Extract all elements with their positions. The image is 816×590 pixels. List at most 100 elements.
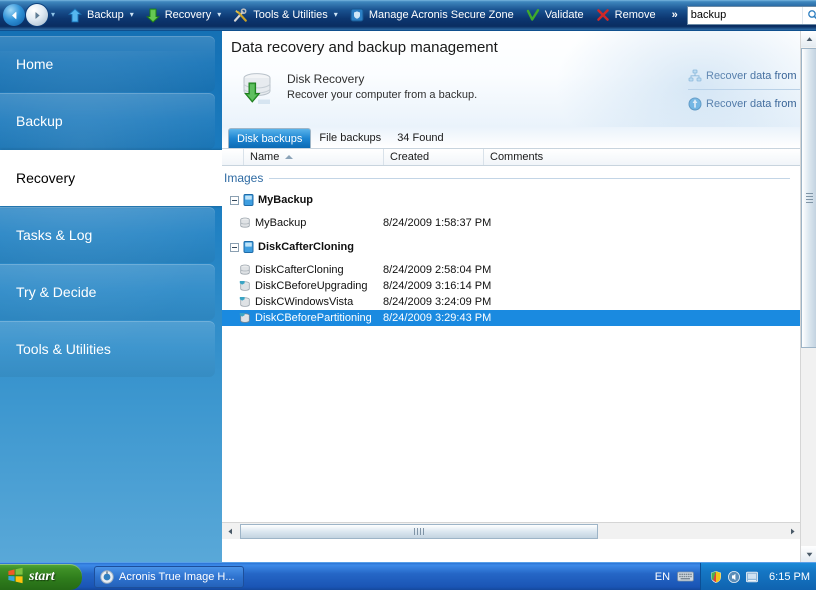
- scroll-down-icon[interactable]: [801, 546, 816, 562]
- sidebar-item-label: Backup: [16, 113, 63, 129]
- tab-disk-backups[interactable]: Disk backups: [228, 128, 312, 148]
- tab-label: Disk backups: [237, 132, 303, 145]
- crossed-tools-icon: [233, 7, 248, 23]
- table-row[interactable]: DiskCBeforeUpgrading 8/24/2009 3:16:14 P…: [222, 278, 800, 294]
- search-box[interactable]: [686, 5, 816, 25]
- blue-disk-icon: [243, 241, 254, 253]
- table-row[interactable]: MyBackup: [222, 192, 800, 208]
- start-button-label: start: [29, 568, 55, 584]
- toolbar-label-recovery: Recovery: [164, 9, 212, 21]
- taskbar-window-label: Acronis True Image H...: [119, 570, 235, 583]
- scroll-left-icon[interactable]: [222, 524, 238, 539]
- column-header-created[interactable]: Created: [384, 149, 484, 165]
- sidebar-item-tools-utilities[interactable]: Tools & Utilities: [0, 321, 215, 377]
- toolbar-button-backup[interactable]: Backup ▾: [62, 3, 140, 28]
- secure-zone-icon: [350, 8, 364, 22]
- green-down-arrow-icon: [145, 8, 160, 23]
- main-content-panel: Data recovery and backup management Disk…: [222, 31, 800, 562]
- toolbar-label-tools-utilities: Tools & Utilities: [253, 9, 328, 21]
- volume-icon[interactable]: [727, 570, 741, 584]
- security-shield-icon[interactable]: [709, 570, 723, 584]
- table-row[interactable]: DiskCBeforePartitioning 8/24/2009 3:29:4…: [222, 310, 800, 326]
- vertical-scrollbar[interactable]: [800, 31, 816, 562]
- sidebar-item-recovery[interactable]: Recovery: [0, 150, 222, 206]
- collapse-toggle-icon[interactable]: [230, 195, 239, 205]
- gray-archive-icon: [239, 264, 251, 276]
- green-archive-icon: [239, 296, 251, 308]
- table-cell-created: 8/24/2009 2:58:04 PM: [383, 264, 492, 276]
- backup-list[interactable]: Images MyBackup MyBackup 8/24/2009 1:58:…: [222, 166, 800, 539]
- language-bar[interactable]: EN: [649, 563, 700, 590]
- vertical-scroll-thumb[interactable]: [801, 48, 816, 348]
- taskbar-window-button[interactable]: Acronis True Image H...: [94, 565, 244, 588]
- chevron-down-icon[interactable]: ▾: [217, 11, 221, 19]
- page-title: Data recovery and backup management: [231, 39, 498, 56]
- column-header-comments-label: Comments: [490, 151, 544, 163]
- toolbar-button-tools-utilities[interactable]: Tools & Utilities ▾: [227, 3, 344, 28]
- tab-file-backups[interactable]: File backups: [311, 128, 389, 148]
- toolbar-button-recovery[interactable]: Recovery ▾: [140, 3, 227, 28]
- chevron-down-icon[interactable]: ▾: [130, 11, 134, 19]
- blue-disk-icon: [243, 194, 254, 206]
- scroll-up-icon[interactable]: [801, 31, 816, 47]
- toolbar-label-manage-acronis-secure-zone: Manage Acronis Secure Zone: [368, 9, 514, 21]
- recover-data-link-2[interactable]: Recover data from: [688, 97, 800, 111]
- sidebar-item-try-decide[interactable]: Try & Decide: [0, 264, 215, 320]
- table-cell-name: DiskCWindowsVista: [255, 296, 354, 308]
- green-archive-icon: [239, 312, 251, 324]
- main-toolbar: ▾ Backup ▾ Recovery ▾ Tools & Utilities …: [0, 0, 816, 31]
- toolbar-overflow-icon[interactable]: »: [672, 9, 678, 21]
- history-dropdown-icon[interactable]: ▾: [51, 11, 55, 19]
- language-indicator[interactable]: EN: [655, 571, 670, 583]
- toolbar-label-backup: Backup: [87, 9, 124, 21]
- recover-links-divider: [688, 89, 800, 90]
- scroll-right-icon[interactable]: [784, 524, 800, 539]
- sort-ascending-icon: [285, 155, 294, 159]
- table-row[interactable]: DiskCafterCloning 8/24/2009 2:58:04 PM: [222, 262, 800, 278]
- disk-recovery-hero[interactable]: Disk Recovery Recover your computer from…: [236, 69, 477, 114]
- toolbar-label-validate: Validate: [544, 9, 584, 21]
- sidebar-item-label: Try & Decide: [16, 284, 97, 300]
- horizontal-scroll-thumb[interactable]: [240, 523, 598, 539]
- back-arrow-icon[interactable]: [3, 4, 25, 26]
- toolbar-button-remove[interactable]: Remove: [590, 3, 662, 28]
- network-recover-icon: [688, 69, 702, 83]
- toolbar-button-validate[interactable]: Validate: [520, 3, 590, 28]
- windows-taskbar: start Acronis True Image H... EN 6:15 PM: [0, 562, 816, 590]
- horizontal-scrollbar[interactable]: [222, 522, 800, 539]
- column-header-created-label: Created: [390, 151, 430, 163]
- magnifier-icon[interactable]: [801, 6, 816, 24]
- windows-flag-icon: [7, 567, 24, 587]
- list-column-headers: Name Created Comments: [222, 148, 800, 166]
- clock[interactable]: 6:15 PM: [769, 571, 810, 583]
- keyboard-icon[interactable]: [677, 571, 694, 582]
- table-row[interactable]: DiskCWindowsVista 8/24/2009 3:24:09 PM: [222, 294, 800, 310]
- acronis-app-icon: [100, 569, 114, 584]
- recover-data-link-label: Recover data from: [706, 70, 797, 82]
- sidebar-item-backup[interactable]: Backup: [0, 93, 215, 149]
- column-header-spacer: [222, 149, 244, 165]
- table-row[interactable]: DiskCafterCloning: [222, 239, 800, 255]
- toolbar-button-manage-acronis-secure-zone[interactable]: Manage Acronis Secure Zone: [344, 3, 520, 28]
- start-button[interactable]: start: [0, 563, 82, 590]
- collapse-toggle-icon[interactable]: [230, 242, 239, 252]
- network-icon[interactable]: [745, 570, 759, 584]
- recover-data-link-label: Recover data from: [706, 98, 797, 110]
- search-input[interactable]: [687, 6, 802, 24]
- sidebar-item-label: Recovery: [16, 170, 76, 186]
- sidebar-item-home[interactable]: Home: [0, 36, 215, 92]
- sidebar-item-label: Tools & Utilities: [16, 341, 111, 357]
- forward-arrow-icon[interactable]: [26, 4, 48, 26]
- sidebar-item-tasks-log[interactable]: Tasks & Log: [0, 207, 215, 263]
- tab-label: File backups: [319, 132, 382, 144]
- disk-recovery-icon: [236, 69, 278, 114]
- found-count-text: 34 Found: [397, 132, 444, 144]
- chevron-down-icon[interactable]: ▾: [334, 11, 338, 19]
- globe-recover-icon: [688, 97, 702, 111]
- table-row[interactable]: MyBackup 8/24/2009 1:58:37 PM: [222, 215, 800, 231]
- recover-data-link-1[interactable]: Recover data from: [688, 69, 800, 83]
- horizontal-scroll-track[interactable]: [238, 523, 784, 539]
- column-header-comments[interactable]: Comments: [484, 149, 800, 165]
- column-header-name[interactable]: Name: [244, 149, 384, 165]
- blue-up-arrow-icon: [68, 7, 83, 23]
